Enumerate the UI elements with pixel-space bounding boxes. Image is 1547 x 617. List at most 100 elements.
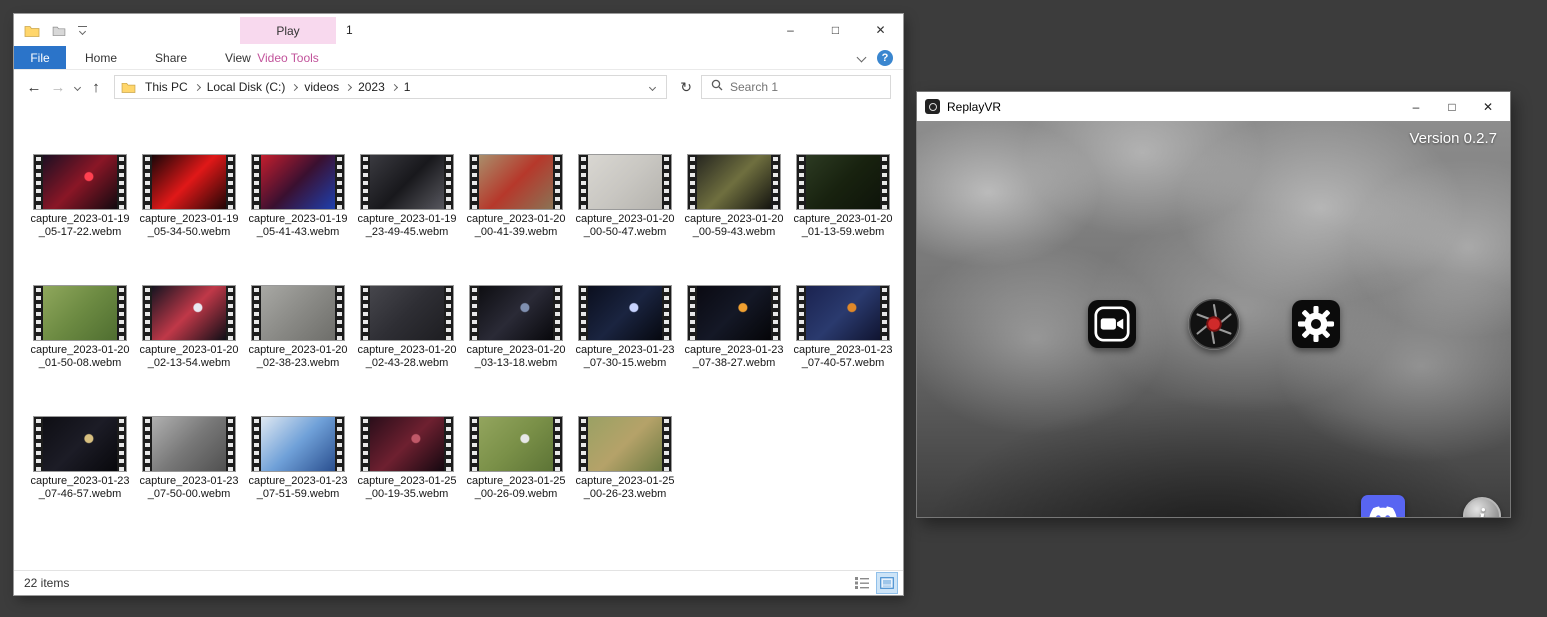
file-item[interactable]: capture_2023-01-25_00-26-23.webm <box>575 416 675 500</box>
filmstrip-right-icon <box>226 286 235 340</box>
customize-quick-access-icon[interactable] <box>78 26 87 35</box>
filmstrip-right-icon <box>117 417 126 471</box>
file-item[interactable]: capture_2023-01-25_00-26-09.webm <box>466 416 566 500</box>
breadcrumb-item[interactable]: 2023 <box>351 80 392 94</box>
refresh-button[interactable]: ↻ <box>671 79 701 96</box>
thumbnail-image <box>697 155 771 209</box>
video-thumbnail <box>33 154 127 210</box>
file-name: capture_2023-01-20_02-13-54.webm <box>139 344 239 369</box>
video-thumbnail <box>360 285 454 341</box>
video-thumbnail <box>469 154 563 210</box>
file-item[interactable]: capture_2023-01-20_03-13-18.webm <box>466 285 566 369</box>
filmstrip-right-icon <box>444 155 453 209</box>
status-bar: 22 items <box>14 570 903 595</box>
quick-access-folder-icon[interactable] <box>52 25 66 36</box>
file-item[interactable]: capture_2023-01-23_07-38-27.webm <box>684 285 784 369</box>
search-input[interactable] <box>730 80 881 94</box>
video-thumbnail <box>33 285 127 341</box>
filmstrip-left-icon <box>470 417 479 471</box>
replayvr-body: Version 0.2.7 <box>917 121 1510 517</box>
file-item[interactable]: capture_2023-01-23_07-51-59.webm <box>248 416 348 500</box>
maximize-button[interactable]: □ <box>813 14 858 46</box>
video-thumbnail <box>142 285 236 341</box>
quick-access-toolbar <box>14 24 87 37</box>
search-box[interactable] <box>701 75 891 99</box>
breadcrumb-separator-icon <box>292 85 297 90</box>
file-name: capture_2023-01-23_07-46-57.webm <box>30 475 130 500</box>
file-item[interactable]: capture_2023-01-20_00-59-43.webm <box>684 154 784 238</box>
file-explorer-window: Play 1 – □ ✕ File Home Share View Video … <box>14 14 903 595</box>
file-item[interactable]: capture_2023-01-20_00-50-47.webm <box>575 154 675 238</box>
info-button[interactable]: i <box>1463 497 1501 517</box>
minimize-button[interactable]: – <box>1398 92 1434 121</box>
breadcrumb-item[interactable]: Local Disk (C:) <box>200 80 293 94</box>
replayvr-titlebar[interactable]: ReplayVR – □ ✕ <box>917 92 1510 121</box>
file-item[interactable]: capture_2023-01-20_00-41-39.webm <box>466 154 566 238</box>
address-dropdown-icon[interactable] <box>641 85 664 90</box>
file-item[interactable]: capture_2023-01-19_05-17-22.webm <box>30 154 130 238</box>
file-item[interactable]: capture_2023-01-20_01-13-59.webm <box>793 154 893 238</box>
filmstrip-left-icon <box>797 155 806 209</box>
file-name: capture_2023-01-20_00-50-47.webm <box>575 213 675 238</box>
file-item[interactable]: capture_2023-01-19_05-34-50.webm <box>139 154 239 238</box>
tab-share[interactable]: Share <box>136 46 206 69</box>
filmstrip-left-icon <box>34 286 43 340</box>
file-item[interactable]: capture_2023-01-20_02-43-28.webm <box>357 285 457 369</box>
video-camera-icon <box>1094 306 1130 342</box>
file-item[interactable]: capture_2023-01-19_23-49-45.webm <box>357 154 457 238</box>
thumbnail-image <box>370 286 444 340</box>
breadcrumb-item[interactable]: 1 <box>397 80 418 94</box>
back-button[interactable]: ← <box>22 79 46 96</box>
ribbon-collapse-icon[interactable] <box>857 53 867 63</box>
file-name: capture_2023-01-25_00-26-23.webm <box>575 475 675 500</box>
file-item[interactable]: capture_2023-01-19_05-41-43.webm <box>248 154 348 238</box>
filmstrip-right-icon <box>444 417 453 471</box>
ribbon-contextual-tab-play[interactable]: Play <box>240 17 336 44</box>
desktop: Play 1 – □ ✕ File Home Share View Video … <box>0 0 1547 617</box>
record-video-button[interactable] <box>1088 300 1136 348</box>
filmstrip-right-icon <box>553 155 562 209</box>
file-item[interactable]: capture_2023-01-20_02-13-54.webm <box>139 285 239 369</box>
discord-button[interactable] <box>1361 495 1405 517</box>
file-name: capture_2023-01-23_07-40-57.webm <box>793 344 893 369</box>
file-item[interactable]: capture_2023-01-23_07-40-57.webm <box>793 285 893 369</box>
file-item[interactable]: capture_2023-01-23_07-46-57.webm <box>30 416 130 500</box>
video-thumbnail <box>142 154 236 210</box>
forward-button[interactable]: → <box>46 79 70 96</box>
close-button[interactable]: ✕ <box>1470 92 1506 121</box>
explorer-app-icon <box>24 24 40 37</box>
video-thumbnail <box>360 416 454 472</box>
tab-file[interactable]: File <box>14 46 66 69</box>
filmstrip-left-icon <box>470 286 479 340</box>
file-item[interactable]: capture_2023-01-20_01-50-08.webm <box>30 285 130 369</box>
screenshot-button[interactable] <box>1188 298 1240 350</box>
thumbnail-image <box>588 155 662 209</box>
breadcrumb-item[interactable]: This PC <box>138 80 195 94</box>
details-view-button[interactable] <box>852 573 872 593</box>
explorer-titlebar[interactable]: Play 1 – □ ✕ <box>14 14 903 46</box>
video-thumbnail <box>578 416 672 472</box>
help-button[interactable]: ? <box>877 50 893 66</box>
navigation-bar: ← → ↑ This PCLocal Disk (C:)videos20231 … <box>14 70 903 104</box>
contextual-group-video-tools[interactable]: Video Tools <box>240 46 336 69</box>
breadcrumb-item[interactable]: videos <box>297 80 346 94</box>
video-thumbnail <box>796 285 890 341</box>
filmstrip-left-icon <box>143 155 152 209</box>
maximize-button[interactable]: □ <box>1434 92 1470 121</box>
filmstrip-right-icon <box>226 155 235 209</box>
file-item[interactable]: capture_2023-01-23_07-30-15.webm <box>575 285 675 369</box>
address-bar[interactable]: This PC Local Disk (C:) videos 2023 1 <box>114 75 667 99</box>
close-button[interactable]: ✕ <box>858 14 903 46</box>
up-button[interactable]: ↑ <box>84 79 108 96</box>
tab-home[interactable]: Home <box>66 46 136 69</box>
thumbnail-view-button[interactable] <box>877 573 897 593</box>
filmstrip-right-icon <box>880 155 889 209</box>
breadcrumb-separator-icon <box>392 85 397 90</box>
file-item[interactable]: capture_2023-01-23_07-50-00.webm <box>139 416 239 500</box>
file-item[interactable]: capture_2023-01-20_02-38-23.webm <box>248 285 348 369</box>
file-item[interactable]: capture_2023-01-25_00-19-35.webm <box>357 416 457 500</box>
settings-button[interactable] <box>1292 300 1340 348</box>
video-thumbnail <box>687 285 781 341</box>
recent-locations-icon[interactable] <box>70 85 84 90</box>
minimize-button[interactable]: – <box>768 14 813 46</box>
